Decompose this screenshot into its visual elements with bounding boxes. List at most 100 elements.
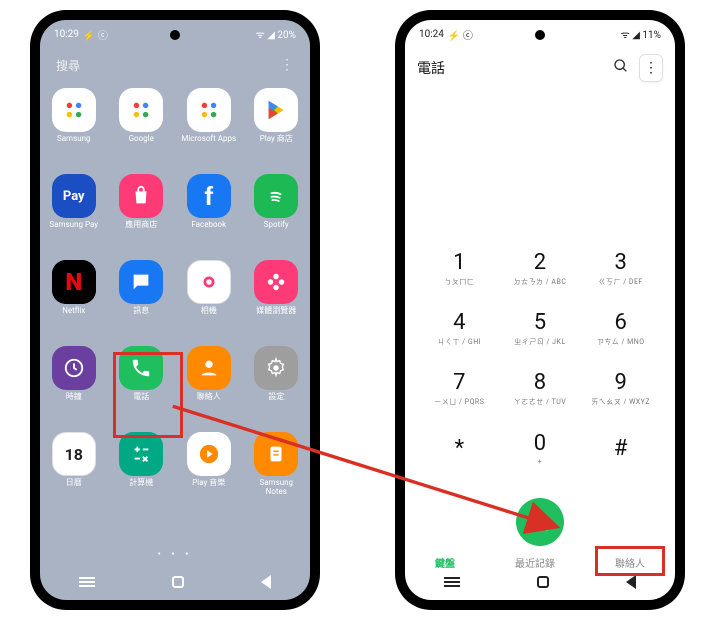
app-label: Samsung bbox=[57, 135, 91, 144]
app-媒體瀏覽器[interactable]: 媒體瀏覽器 bbox=[243, 260, 311, 342]
home-screen: 10:29 ⚡ ⓒ ᯤ ◢ 20% 搜尋 ⋮ Samsung Google Micr… bbox=[40, 20, 310, 600]
key-8[interactable]: 8ㄚㄛㄜㄝ / TUV bbox=[500, 358, 581, 418]
app-label: Netflix bbox=[62, 307, 85, 316]
app-日曆[interactable]: 18 日曆 bbox=[40, 432, 108, 514]
pay-icon: Pay bbox=[52, 174, 96, 218]
call-button[interactable] bbox=[516, 498, 564, 546]
key-2[interactable]: 2ㄉㄊㄋㄌ / ABC bbox=[500, 238, 581, 298]
app-Play-音樂[interactable]: Play 音樂 bbox=[175, 432, 243, 514]
app-label: Samsung Notes bbox=[248, 479, 304, 497]
app-應用商店[interactable]: 應用商店 bbox=[108, 174, 176, 256]
notes-icon bbox=[254, 432, 298, 476]
key-7[interactable]: 7ㄧㄨㄩ / PQRS bbox=[419, 358, 500, 418]
msg-icon bbox=[119, 260, 163, 304]
app-label: 相機 bbox=[201, 307, 217, 316]
nav-home-icon[interactable] bbox=[537, 576, 549, 588]
status-time: 10:24 bbox=[419, 29, 444, 40]
app-Facebook[interactable]: f Facebook bbox=[175, 174, 243, 256]
app-設定[interactable]: 設定 bbox=[243, 346, 311, 428]
app-label: 設定 bbox=[268, 393, 284, 402]
navigation-bar bbox=[40, 564, 310, 600]
play-icon bbox=[254, 88, 298, 132]
nav-recents-icon[interactable] bbox=[79, 581, 95, 583]
search-icon[interactable] bbox=[613, 58, 629, 78]
dialer-header: 電話 ⋮ bbox=[405, 50, 675, 86]
status-time: 10:29 bbox=[54, 29, 79, 40]
app-label: Facebook bbox=[191, 221, 226, 230]
person-icon bbox=[187, 346, 231, 390]
highlight-contacts-tab bbox=[595, 546, 665, 576]
nav-back-icon[interactable] bbox=[626, 575, 636, 589]
search-placeholder: 搜尋 bbox=[56, 57, 80, 74]
app-Google[interactable]: Google bbox=[108, 88, 176, 170]
folder-icon bbox=[119, 88, 163, 132]
app-label: 媒體瀏覽器 bbox=[256, 307, 296, 316]
app-計算機[interactable]: 計算機 bbox=[108, 432, 176, 514]
dialer-screen: 10:24 ⚡ ⓒ ᯤ ◢ 11% 電話 ⋮ 1ㄅㄆㄇㄈ2ㄉㄊㄋㄌ / ABC3… bbox=[405, 20, 675, 600]
highlight-phone-app bbox=[113, 352, 183, 438]
app-Samsung[interactable]: Samsung bbox=[40, 88, 108, 170]
clock-icon bbox=[52, 346, 96, 390]
app-drawer-search[interactable]: 搜尋 ⋮ bbox=[50, 52, 300, 78]
key-9[interactable]: 9ㄞㄟㄠㄡ / WXYZ bbox=[580, 358, 661, 418]
fb-icon: f bbox=[187, 174, 231, 218]
app-訊息[interactable]: 訊息 bbox=[108, 260, 176, 342]
status-icons-right: ᯤ ◢ 11% bbox=[621, 27, 661, 41]
key-*[interactable]: * bbox=[419, 418, 500, 478]
app-Samsung-Pay[interactable]: Pay Samsung Pay bbox=[40, 174, 108, 256]
app-Spotify[interactable]: Spotify bbox=[243, 174, 311, 256]
phone-dialer: 10:24 ⚡ ⓒ ᯤ ◢ 11% 電話 ⋮ 1ㄅㄆㄇㄈ2ㄉㄊㄋㄌ / ABC3… bbox=[395, 10, 685, 610]
app-label: Play 商店 bbox=[260, 135, 293, 144]
app-label: 日曆 bbox=[66, 479, 82, 488]
key-4[interactable]: 4ㄐㄑㄒ / GHI bbox=[419, 298, 500, 358]
app-label: Spotify bbox=[264, 221, 289, 230]
app-label: Microsoft Apps bbox=[181, 135, 236, 144]
app-label: 計算機 bbox=[129, 479, 153, 488]
dial-keypad: 1ㄅㄆㄇㄈ2ㄉㄊㄋㄌ / ABC3ㄍㄎㄏ / DEF 4ㄐㄑㄒ / GHI5ㄓㄔㄕ… bbox=[419, 238, 661, 478]
playmusic-icon bbox=[187, 432, 231, 476]
nav-home-icon[interactable] bbox=[172, 576, 184, 588]
nav-back-icon[interactable] bbox=[261, 575, 271, 589]
app-Play-商店[interactable]: Play 商店 bbox=[243, 88, 311, 170]
app-Samsung-Notes[interactable]: Samsung Notes bbox=[243, 432, 311, 514]
18-icon: 18 bbox=[52, 432, 96, 476]
app-label: Play 音樂 bbox=[192, 479, 225, 488]
page-indicator: • • • bbox=[40, 549, 310, 560]
bag-icon bbox=[119, 174, 163, 218]
app-label: 時鐘 bbox=[66, 393, 82, 402]
folder-icon bbox=[187, 88, 231, 132]
camera-hole bbox=[170, 30, 180, 40]
key-1[interactable]: 1ㄅㄆㄇㄈ bbox=[419, 238, 500, 298]
app-Microsoft-Apps[interactable]: Microsoft Apps bbox=[175, 88, 243, 170]
camera-hole bbox=[535, 30, 545, 40]
app-label: 聯絡人 bbox=[197, 393, 221, 402]
app-label: Samsung Pay bbox=[49, 221, 98, 230]
phone-home: 10:29 ⚡ ⓒ ᯤ ◢ 20% 搜尋 ⋮ Samsung Google Micr… bbox=[30, 10, 320, 610]
app-時鐘[interactable]: 時鐘 bbox=[40, 346, 108, 428]
dialer-title: 電話 bbox=[417, 58, 445, 78]
key-3[interactable]: 3ㄍㄎㄏ / DEF bbox=[580, 238, 661, 298]
key-5[interactable]: 5ㄓㄔㄕㄖ / JKL bbox=[500, 298, 581, 358]
N-icon: N bbox=[52, 260, 96, 304]
key-#[interactable]: # bbox=[580, 418, 661, 478]
calc-icon bbox=[119, 432, 163, 476]
gear-icon bbox=[254, 346, 298, 390]
more-icon[interactable]: ⋮ bbox=[280, 57, 294, 73]
key-6[interactable]: 6ㄗㄘㄙ / MNO bbox=[580, 298, 661, 358]
status-icons-left: ⚡ ⓒ bbox=[448, 27, 473, 42]
spotify-icon bbox=[254, 174, 298, 218]
status-icons-left: ⚡ ⓒ bbox=[83, 27, 108, 42]
cam-icon bbox=[187, 260, 231, 304]
key-0[interactable]: 0+ bbox=[500, 418, 581, 478]
flower-icon bbox=[254, 260, 298, 304]
app-label: 應用商店 bbox=[125, 221, 157, 230]
app-label: 訊息 bbox=[133, 307, 149, 316]
app-聯絡人[interactable]: 聯絡人 bbox=[175, 346, 243, 428]
nav-recents-icon[interactable] bbox=[444, 581, 460, 583]
more-menu-button[interactable]: ⋮ bbox=[639, 54, 663, 82]
app-Netflix[interactable]: N Netflix bbox=[40, 260, 108, 342]
app-相機[interactable]: 相機 bbox=[175, 260, 243, 342]
status-icons-right: ᯤ ◢ 20% bbox=[256, 27, 296, 41]
app-label: Google bbox=[129, 135, 154, 144]
folder-icon bbox=[52, 88, 96, 132]
